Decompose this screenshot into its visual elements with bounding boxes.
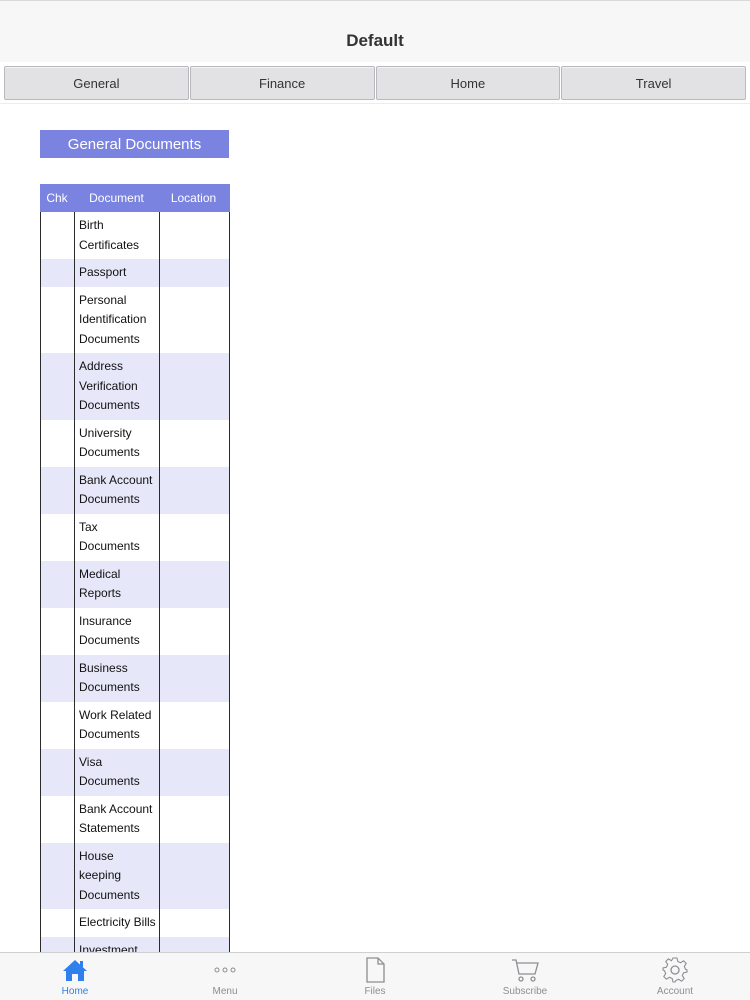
tabbar-label: Files	[364, 986, 386, 997]
row-checkbox-cell[interactable]	[41, 560, 75, 608]
row-document-cell: Electricity Bills	[75, 909, 160, 937]
segmented-tabs: General Finance Home Travel	[4, 66, 746, 100]
divider	[0, 103, 750, 104]
tab-general[interactable]: General	[4, 66, 189, 100]
tabbar-label: Home	[61, 986, 89, 997]
row-document-cell: University Documents	[75, 419, 160, 467]
row-checkbox-cell[interactable]	[41, 353, 75, 420]
row-checkbox-cell[interactable]	[41, 607, 75, 655]
table-row[interactable]: Electricity Bills	[41, 909, 229, 937]
table-row[interactable]: Bank Account Statements	[41, 795, 229, 843]
row-checkbox-cell[interactable]	[41, 212, 75, 259]
row-location-cell[interactable]	[160, 909, 229, 937]
row-document-cell: Insurance Documents	[75, 607, 160, 655]
tab-home[interactable]: Home	[375, 66, 561, 100]
table-row[interactable]: House keeping Documents	[41, 842, 229, 910]
row-checkbox-cell[interactable]	[41, 748, 75, 796]
page-title: Default	[346, 30, 404, 50]
tab-travel[interactable]: Travel	[561, 66, 746, 100]
row-location-cell[interactable]	[160, 655, 229, 702]
row-checkbox-cell[interactable]	[41, 286, 75, 353]
row-checkbox-cell[interactable]	[41, 842, 75, 909]
row-checkbox-cell[interactable]	[41, 419, 75, 467]
row-location-cell[interactable]	[160, 420, 229, 467]
table-row[interactable]: Visa Documents	[41, 748, 229, 796]
row-location-cell[interactable]	[160, 608, 229, 655]
row-document-cell: Bank Account Documents	[75, 466, 160, 514]
tabbar-item-files[interactable]: Files	[300, 953, 450, 1000]
row-location-cell[interactable]	[160, 749, 229, 796]
row-checkbox-cell[interactable]	[41, 259, 75, 287]
row-checkbox-cell[interactable]	[41, 466, 75, 514]
cart-icon	[511, 956, 539, 984]
more-icon	[212, 956, 238, 984]
row-location-cell[interactable]	[160, 353, 229, 420]
row-location-cell[interactable]	[160, 702, 229, 749]
row-document-cell: Medical Reports	[75, 560, 160, 608]
tabbar-item-subscribe[interactable]: Subscribe	[450, 953, 600, 1000]
row-location-cell[interactable]	[160, 287, 229, 354]
table-header: Chk Document Location	[40, 184, 230, 212]
row-document-cell: Visa Documents	[75, 748, 160, 796]
app: Default General Finance Home Travel Gene…	[0, 0, 750, 1000]
row-location-cell[interactable]	[160, 467, 229, 514]
table-row[interactable]: Medical Reports	[41, 560, 229, 608]
row-checkbox-cell[interactable]	[41, 513, 75, 561]
section-title: General Documents	[40, 130, 229, 158]
table-row[interactable]: Personal Identification Documents	[41, 286, 229, 354]
table-row[interactable]: Business Documents	[41, 654, 229, 702]
table-row[interactable]: Birth Certificates	[41, 212, 229, 259]
column-header-location: Location	[170, 191, 217, 205]
tabbar-label: Subscribe	[502, 986, 548, 997]
table-row[interactable]: Passport	[41, 259, 229, 287]
row-document-cell: Birth Certificates	[75, 212, 160, 259]
column-header-document: Document	[89, 191, 144, 205]
table-row[interactable]: Bank Account Documents	[41, 466, 229, 514]
row-checkbox-cell[interactable]	[41, 654, 75, 702]
file-icon	[365, 956, 385, 984]
table-row[interactable]: Address Verification Documents	[41, 353, 229, 420]
row-location-cell[interactable]	[160, 514, 229, 561]
tabbar-item-account[interactable]: Account	[600, 953, 750, 1000]
row-document-cell: Tax Documents	[75, 513, 160, 561]
tabbar-label: Menu	[212, 986, 238, 997]
tab-bar: Home Menu Files Subscribe Account	[0, 952, 750, 1000]
table-body: Birth Certificates Passport Personal Ident…	[41, 212, 229, 964]
tabbar-item-home[interactable]: Home	[0, 953, 150, 1000]
row-location-cell[interactable]	[160, 561, 229, 608]
table-row[interactable]: Work Related Documents	[41, 701, 229, 749]
home-icon	[62, 956, 88, 984]
table-row[interactable]: Tax Documents	[41, 513, 229, 561]
tab-finance[interactable]: Finance	[189, 66, 375, 100]
documents-table: Chk Document Location Birth Certificates…	[40, 184, 230, 964]
row-checkbox-cell[interactable]	[41, 701, 75, 749]
row-location-cell[interactable]	[160, 796, 229, 843]
row-document-cell: Passport	[75, 259, 160, 287]
row-document-cell: House keeping Documents	[75, 842, 160, 909]
table-row[interactable]: University Documents	[41, 419, 229, 467]
row-location-cell[interactable]	[160, 843, 229, 910]
gear-icon	[662, 956, 688, 984]
navigation-bar: Default	[0, 0, 750, 62]
table-row[interactable]: Insurance Documents	[41, 607, 229, 655]
row-document-cell: Bank Account Statements	[75, 795, 160, 843]
tabbar-label: Account	[656, 986, 694, 997]
row-document-cell: Personal Identification Documents	[75, 286, 160, 353]
row-location-cell[interactable]	[160, 212, 229, 259]
row-document-cell: Address Verification Documents	[75, 353, 160, 420]
column-header-chk: Chk	[46, 191, 68, 205]
row-checkbox-cell[interactable]	[41, 795, 75, 843]
row-document-cell: Work Related Documents	[75, 701, 160, 749]
row-checkbox-cell[interactable]	[41, 909, 75, 937]
tabbar-item-menu[interactable]: Menu	[150, 953, 300, 1000]
row-document-cell: Business Documents	[75, 654, 160, 702]
row-location-cell[interactable]	[160, 259, 229, 287]
